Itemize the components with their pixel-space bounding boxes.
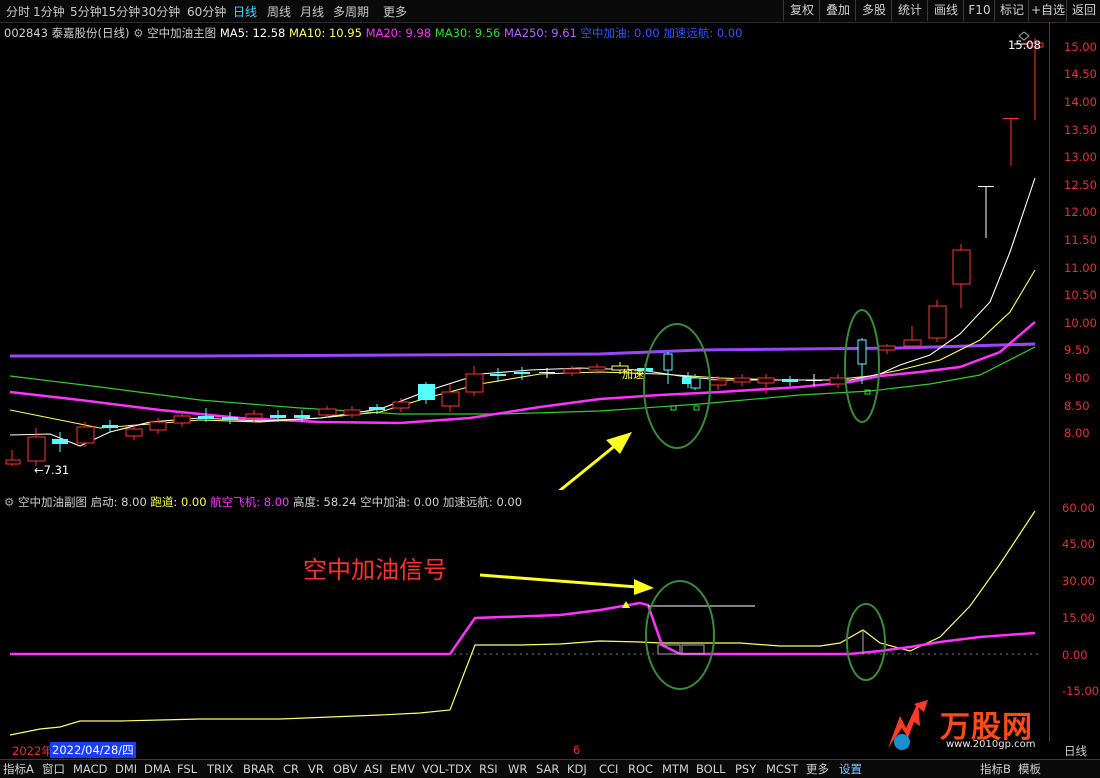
tab-asi[interactable]: ASI	[364, 761, 383, 777]
main-kline-chart[interactable]	[0, 22, 1050, 490]
period-30min[interactable]: 30分钟	[141, 3, 180, 20]
signal-box	[681, 644, 705, 655]
signal-marker	[670, 405, 677, 411]
period-5min[interactable]: 5分钟	[70, 3, 102, 20]
tab-cci[interactable]: CCI	[599, 761, 618, 777]
add-watchlist-button[interactable]: +自选	[1028, 0, 1067, 21]
year-label: 2022年	[12, 744, 53, 758]
annotation-arrow	[479, 573, 639, 589]
sub-tick: 15.00	[1062, 611, 1095, 625]
sub-tick: 60.00	[1062, 501, 1095, 515]
price-tick: 13.50	[1064, 123, 1097, 137]
multistock-button[interactable]: 多股	[855, 0, 892, 21]
signal-marker	[693, 405, 700, 411]
price-tick: 9.00	[1064, 371, 1090, 385]
high-price-label: 15.08	[1008, 38, 1041, 52]
tab-fsl[interactable]: FSL	[177, 761, 197, 777]
tab-dmi[interactable]: DMI	[115, 761, 137, 777]
watermark-url: www.2010gp.com	[946, 739, 1036, 750]
tab-boll[interactable]: BOLL	[696, 761, 726, 777]
tab-indicator-b[interactable]: 指标B	[980, 761, 1011, 777]
overlay-button[interactable]: 叠加	[819, 0, 856, 21]
price-tick: 9.50	[1064, 343, 1090, 357]
sub-tick: 30.00	[1062, 574, 1095, 588]
signal-annotation-text: 空中加油信号	[303, 556, 447, 584]
tab-window[interactable]: 窗口	[42, 761, 65, 777]
tab-indicator-a[interactable]: 指标A	[3, 761, 34, 777]
indicator-tab-bar: 指标A 窗口 MACD DMI DMA FSL TRIX BRAR CR VR …	[0, 759, 1100, 778]
candles	[5, 38, 1044, 466]
tab-brar[interactable]: BRAR	[243, 761, 274, 777]
period-label: 日线	[1064, 744, 1087, 758]
period-day[interactable]: 日线	[233, 3, 257, 20]
price-tick: 12.50	[1064, 178, 1097, 192]
hangkong-line	[10, 601, 1036, 656]
signal-ellipse	[645, 580, 715, 690]
sub-tick: -15.00	[1062, 684, 1100, 698]
tab-mtm[interactable]: MTM	[662, 761, 689, 777]
tab-settings[interactable]: 设置	[839, 761, 862, 777]
tab-macd[interactable]: MACD	[73, 761, 107, 777]
price-tick: 12.00	[1064, 205, 1097, 219]
mark-button[interactable]: 标记	[994, 0, 1029, 21]
tab-wr[interactable]: WR	[508, 761, 527, 777]
price-tick: 8.50	[1064, 399, 1090, 413]
tab-trix[interactable]: TRIX	[207, 761, 233, 777]
sub-tick: 0.00	[1062, 648, 1088, 662]
price-tick: 11.50	[1064, 233, 1097, 247]
price-tick: 13.00	[1064, 150, 1097, 164]
tab-kdj[interactable]: KDJ	[567, 761, 587, 777]
stats-button[interactable]: 统计	[891, 0, 928, 21]
watermark-logo: 万股网 www.2010gp.com	[880, 696, 1050, 758]
tab-vr[interactable]: VR	[308, 761, 324, 777]
period-15min[interactable]: 15分钟	[101, 3, 140, 20]
tab-obv[interactable]: OBV	[333, 761, 357, 777]
draw-button[interactable]: 画线	[927, 0, 964, 21]
tab-dma[interactable]: DMA	[144, 761, 171, 777]
month-mark: 6	[573, 743, 581, 757]
period-multi[interactable]: 多周期	[333, 3, 369, 20]
period-week[interactable]: 周线	[267, 3, 291, 20]
tab-sar[interactable]: SAR	[536, 761, 559, 777]
price-tick: 11.00	[1064, 261, 1097, 275]
f10-button[interactable]: F10	[963, 0, 995, 21]
price-tick: 10.50	[1064, 288, 1097, 302]
period-1min[interactable]: 1分钟	[33, 3, 65, 20]
tab-rsi[interactable]: RSI	[479, 761, 498, 777]
ma5-line	[9, 177, 1036, 447]
tab-roc[interactable]: ROC	[628, 761, 653, 777]
cursor-date: 2022/04/28/四	[50, 742, 136, 758]
annotation-arrow	[558, 438, 623, 490]
sub-tick: 45.00	[1062, 537, 1095, 551]
period-60min[interactable]: 60分钟	[187, 3, 226, 20]
tab-emv[interactable]: EMV	[390, 761, 415, 777]
period-month[interactable]: 月线	[300, 3, 324, 20]
price-tick: 14.50	[1064, 67, 1097, 81]
back-button[interactable]: 返回	[1066, 0, 1100, 21]
tab-cr[interactable]: CR	[283, 761, 299, 777]
chart-inline-label: 加速	[622, 368, 644, 381]
tab-template[interactable]: 模板	[1018, 761, 1041, 777]
fuquan-button[interactable]: 复权	[783, 0, 820, 21]
tab-mcst[interactable]: MCST	[766, 761, 798, 777]
low-price-label: ←7.31	[34, 463, 70, 477]
period-toolbar: 分时 1分钟 5分钟 15分钟 30分钟 60分钟 日线 周线 月线 多周期 更…	[0, 0, 1100, 23]
arrow-logo-icon	[888, 700, 928, 750]
tab-more[interactable]: 更多	[806, 761, 829, 777]
tab-psy[interactable]: PSY	[735, 761, 756, 777]
period-more[interactable]: 更多	[383, 3, 407, 20]
period-fenshi[interactable]: 分时	[6, 3, 30, 20]
annotation-arrowhead	[634, 579, 654, 595]
price-tick: 14.00	[1064, 95, 1097, 109]
price-tick: 8.00	[1064, 426, 1090, 440]
tab-vol-tdx[interactable]: VOL-TDX	[422, 761, 472, 777]
price-tick: 10.00	[1064, 316, 1097, 330]
price-tick: 15.00	[1064, 40, 1097, 54]
